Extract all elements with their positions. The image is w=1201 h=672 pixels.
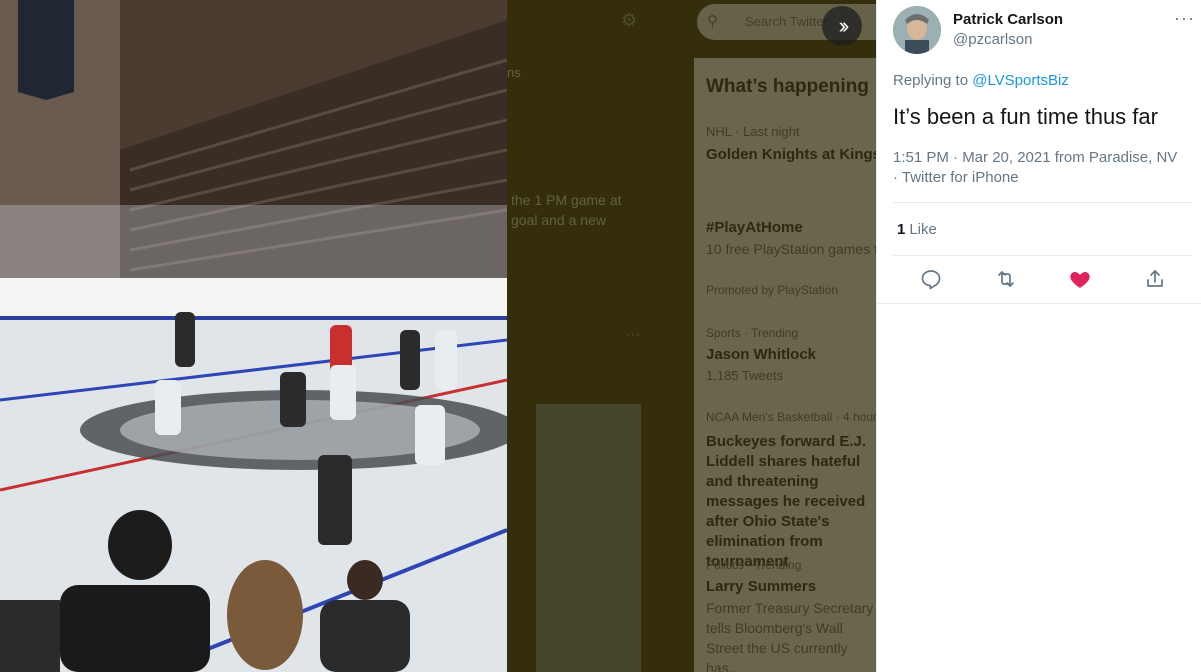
background-trend-title: Jason Whitlock (706, 346, 817, 363)
background-search-placeholder: Search Twitter (745, 14, 828, 29)
like-count-label: Like (909, 221, 937, 238)
background-trend-title: #PlayAtHome (706, 219, 803, 236)
like-count[interactable]: 1 Like (897, 221, 937, 238)
reply-icon[interactable] (919, 267, 943, 291)
background-photo (536, 404, 641, 672)
background-trend-title: Larry Summers (706, 578, 817, 595)
background-side-text-2: the 1 PM game at (511, 192, 622, 208)
background-timeline: Search Twitter ⚲ ⚙ What’s happening ns t… (507, 0, 876, 672)
background-settings-icon: ⚙ (621, 10, 638, 30)
background-trend-title: Golden Knights at Kings (706, 146, 876, 163)
tweet-text: It’s been a fun time thus far (893, 104, 1158, 129)
replying-prefix: Replying to (893, 72, 969, 89)
retweet-icon[interactable] (994, 267, 1018, 291)
background-trend-context: Politics · Trending (706, 558, 802, 572)
share-icon[interactable] (1143, 267, 1167, 291)
replying-to-link[interactable]: @LVSportsBiz (972, 72, 1069, 89)
tweet-timestamp[interactable]: 1:51 PM · Mar 20, 2021 from Paradise, NV… (893, 148, 1183, 188)
like-icon[interactable] (1068, 267, 1092, 291)
hockey-photo (0, 0, 507, 672)
tweet-media-image[interactable] (0, 0, 507, 672)
background-side-text-1: ns (507, 65, 521, 80)
chevron-double-right-icon[interactable]: ›› (822, 6, 862, 46)
divider (893, 255, 1193, 256)
background-trend-detail: 10 free PlayStation games this Spring (706, 241, 876, 257)
background-trend-detail: Former Treasury Secretary tells Bloomber… (706, 600, 874, 672)
avatar[interactable] (893, 6, 941, 54)
replying-to: Replying to @LVSportsBiz (893, 72, 1069, 89)
background-whats-happening: What’s happening (706, 76, 869, 97)
divider (877, 303, 1201, 304)
author-name[interactable]: Patrick Carlson (953, 11, 1063, 28)
background-trend-context: Sports · Trending (706, 326, 799, 340)
background-trend-promo: Promoted by PlayStation (706, 283, 839, 297)
divider (893, 202, 1193, 203)
background-trend-context: NHL · Last night (706, 124, 800, 139)
more-dots-icon[interactable]: ··· (1174, 8, 1195, 29)
background-trend-title: Buckeyes forward E.J. Liddell shares hat… (706, 433, 867, 570)
background-side-text-3: goal and a new (511, 212, 606, 228)
background-search-icon: ⚲ (707, 13, 718, 30)
background-trend-context: NCAA Men's Basketball · 4 hours ago (706, 410, 876, 424)
background-trend-detail: 1,185 Tweets (706, 368, 784, 383)
tweet-detail-panel: Patrick Carlson @pzcarlson ··· Replying … (876, 0, 1201, 672)
like-count-number: 1 (897, 221, 906, 238)
background-more-icon: ··· (625, 326, 641, 343)
author-handle[interactable]: @pzcarlson (953, 31, 1032, 48)
